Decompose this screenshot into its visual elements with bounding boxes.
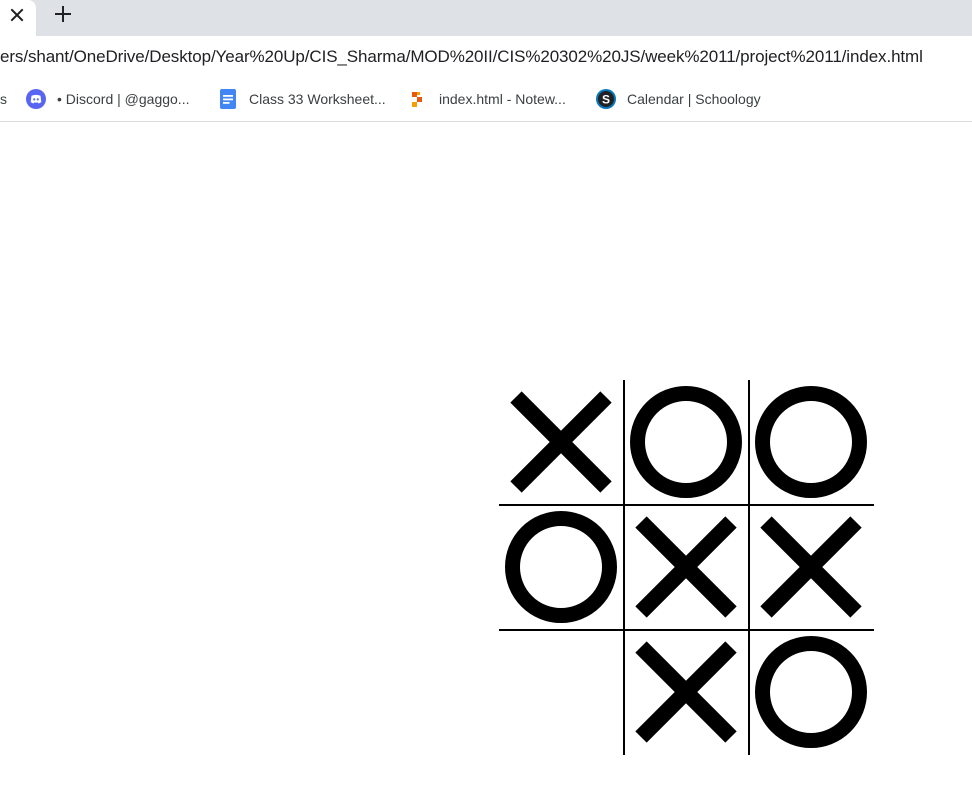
bookmark-item-worksheet[interactable]: Class 33 Worksheet... (218, 88, 386, 110)
tic-tac-toe-board (499, 380, 874, 755)
close-tab-icon[interactable] (5, 3, 29, 27)
bookmark-label: • Discord | @gaggo... (57, 91, 190, 107)
x-mark (635, 641, 737, 743)
new-tab-button[interactable] (51, 2, 75, 26)
svg-text:S: S (602, 93, 610, 107)
address-bar[interactable]: ers/shant/OneDrive/Desktop/Year%20Up/CIS… (0, 47, 923, 67)
discord-icon (26, 89, 46, 109)
bookmark-item-discord[interactable]: • Discord | @gaggo... (26, 88, 189, 110)
bookmark-label: s (0, 91, 7, 107)
schoology-icon: S (596, 89, 616, 109)
o-mark (505, 511, 617, 623)
google-docs-icon (220, 89, 236, 109)
board-cell-2-1[interactable] (499, 505, 624, 630)
x-mark (635, 516, 737, 618)
board-cell-1-1[interactable] (499, 380, 624, 505)
board-cell-3-3[interactable] (749, 630, 874, 755)
board-cell-1-2[interactable] (624, 380, 749, 505)
x-mark (510, 391, 612, 493)
bookmark-label: index.html - Notew... (439, 91, 566, 107)
board-cell-3-1[interactable] (499, 630, 624, 755)
browser-toolbar: ers/shant/OneDrive/Desktop/Year%20Up/CIS… (0, 36, 972, 80)
board-cell-2-3[interactable] (749, 505, 874, 630)
bookmark-label: Class 33 Worksheet... (249, 91, 386, 107)
active-tab[interactable] (0, 0, 36, 36)
o-mark (630, 386, 742, 498)
plus-icon (55, 6, 71, 22)
bookmark-item-schoology[interactable]: S Calendar | Schoology (596, 88, 761, 110)
notewave-icon (412, 92, 422, 107)
o-mark (755, 386, 867, 498)
bookmark-item-notewave[interactable]: index.html - Notew... (408, 88, 566, 110)
bookmark-label: Calendar | Schoology (627, 91, 761, 107)
bookmarks-bar: s • Discord | @gaggo... Class 33 Workshe… (0, 80, 972, 122)
bookmark-item-partial[interactable]: s (0, 88, 7, 110)
tab-strip (0, 0, 972, 36)
board-cell-1-3[interactable] (749, 380, 874, 505)
board-cell-2-2[interactable] (624, 505, 749, 630)
o-mark (755, 636, 867, 748)
page-content (0, 122, 972, 796)
x-mark (760, 516, 862, 618)
board-cell-3-2[interactable] (624, 630, 749, 755)
